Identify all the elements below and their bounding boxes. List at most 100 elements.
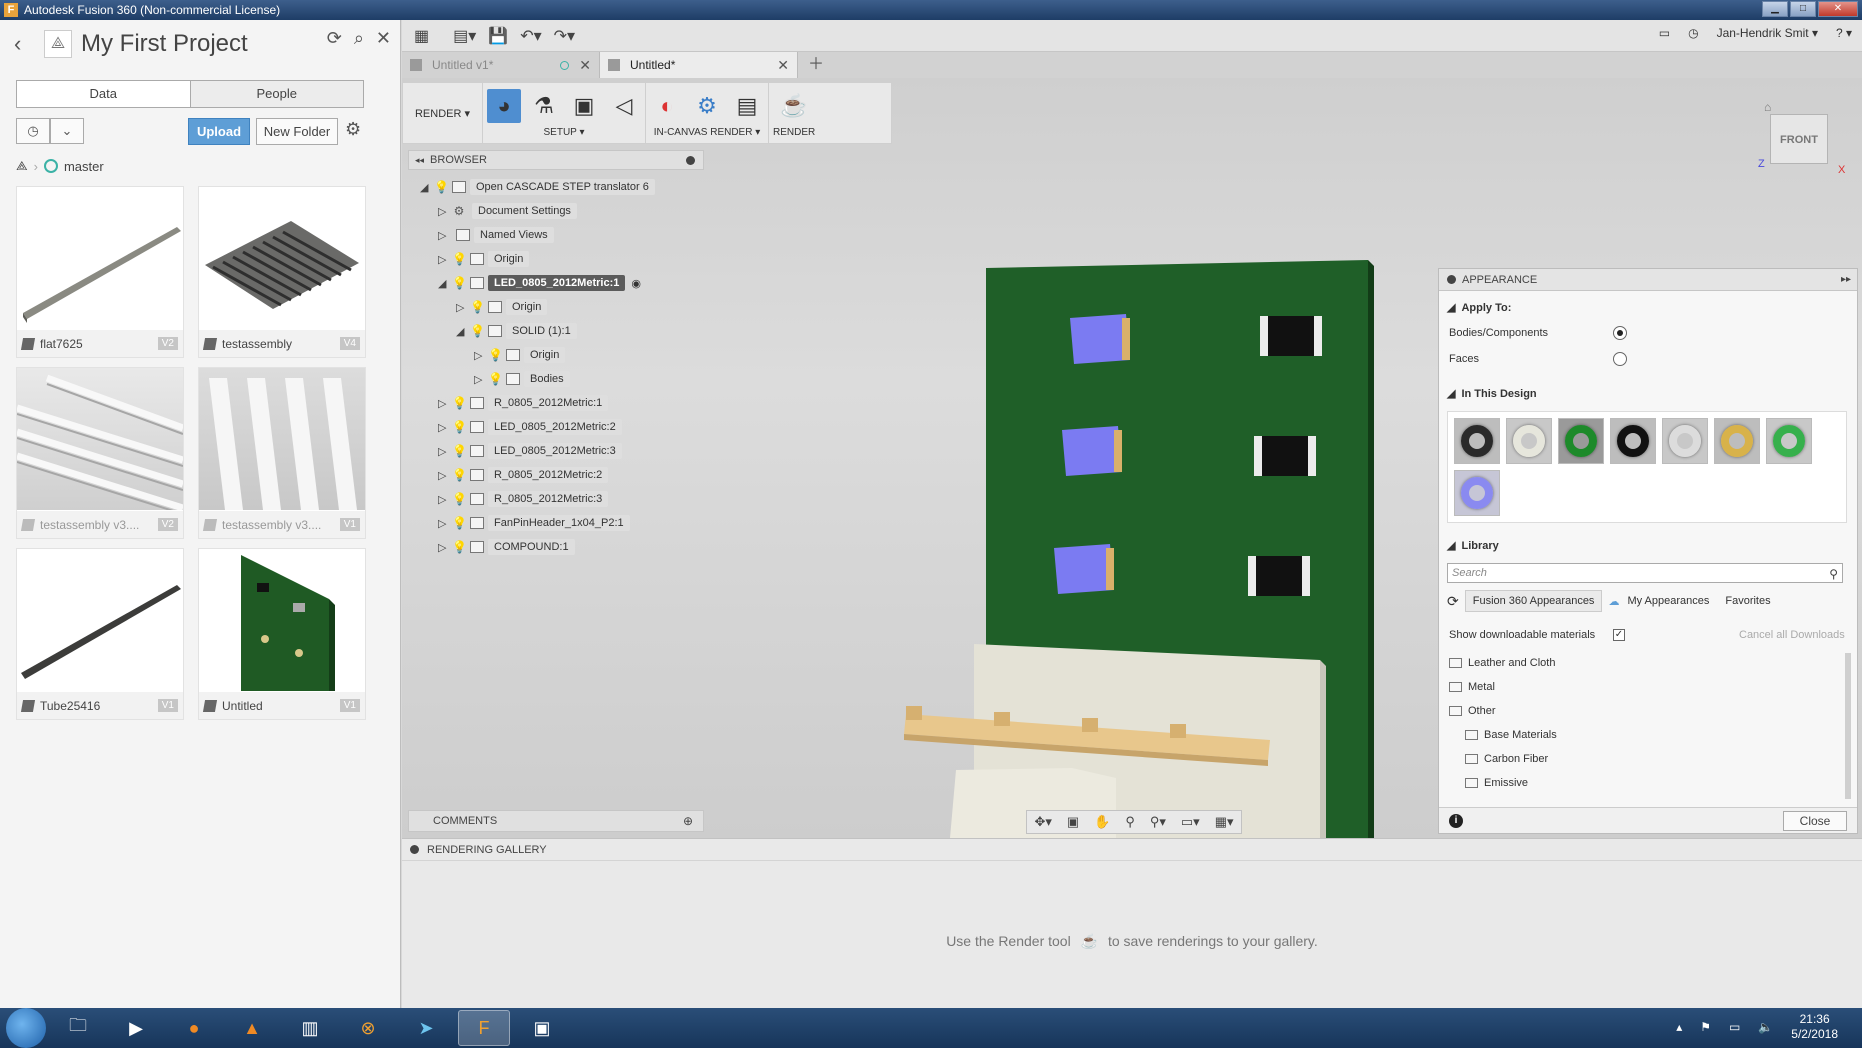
file-card[interactable]: flat7625 V2: [16, 186, 184, 358]
render-settings-icon[interactable]: ⚙: [690, 89, 724, 123]
version-badge[interactable]: V2: [157, 337, 178, 350]
telegram-taskbar-icon[interactable]: ➤: [400, 1010, 452, 1046]
back-arrow-icon[interactable]: ‹: [14, 31, 34, 57]
tab-people[interactable]: People: [190, 81, 363, 107]
upload-button[interactable]: Upload: [188, 118, 250, 145]
view-mode-button[interactable]: ◷: [16, 118, 50, 144]
capture-image-icon[interactable]: ▤: [730, 89, 764, 123]
tree-node[interactable]: ▷ 💡 FanPinHeader_1x04_P2:1: [438, 514, 630, 532]
tab-untitled-v1[interactable]: Untitled v1* ✕: [402, 52, 600, 78]
expand-icon[interactable]: ▷: [438, 541, 452, 554]
visibility-bulb-icon[interactable]: 💡: [452, 516, 467, 530]
library-folder[interactable]: Other: [1449, 705, 1496, 717]
workspace-switcher[interactable]: RENDER ▾: [403, 83, 483, 143]
expand-icon[interactable]: ▷: [438, 205, 452, 218]
tab-fusion-appearances[interactable]: Fusion 360 Appearances: [1464, 590, 1603, 612]
visibility-bulb-icon[interactable]: 💡: [452, 420, 467, 434]
activate-component-icon[interactable]: ◉: [631, 277, 641, 290]
visibility-bulb-icon[interactable]: 💡: [434, 180, 449, 194]
expand-icon[interactable]: ▷: [474, 373, 488, 386]
visibility-bulb-icon[interactable]: 💡: [452, 396, 467, 410]
cancel-downloads-link[interactable]: Cancel all Downloads: [1739, 629, 1845, 641]
visibility-bulb-icon[interactable]: 💡: [470, 300, 485, 314]
view-dropdown-button[interactable]: ⌄: [50, 118, 84, 144]
expand-icon[interactable]: ▷: [456, 301, 470, 314]
close-window-button[interactable]: ✕: [1818, 1, 1858, 17]
refresh-icon[interactable]: ⟳: [1447, 593, 1459, 610]
data-panel-toggle-icon[interactable]: ▦: [414, 26, 429, 46]
help-menu[interactable]: ? ▾: [1836, 26, 1852, 40]
tree-node[interactable]: ▷ 💡 COMPOUND:1: [438, 538, 575, 556]
file-card[interactable]: Tube25416 V1: [16, 548, 184, 720]
library-folder[interactable]: Metal: [1449, 681, 1495, 693]
tree-node[interactable]: ▷ 💡 R_0805_2012Metric:3: [438, 490, 609, 508]
tree-node[interactable]: ▷ 💡 LED_0805_2012Metric:3: [438, 442, 622, 460]
display-settings-icon[interactable]: ▭▾: [1181, 814, 1200, 830]
visibility-bulb-icon[interactable]: 💡: [452, 468, 467, 482]
expand-icon[interactable]: ▷: [438, 421, 452, 434]
expand-icon[interactable]: ▷: [438, 445, 452, 458]
tray-arrow-icon[interactable]: ▴: [1676, 1020, 1682, 1034]
document-taskbar-icon[interactable]: ▥: [284, 1010, 336, 1046]
zoom-icon[interactable]: ⚲: [1125, 814, 1135, 830]
library-folder[interactable]: Emissive: [1465, 777, 1528, 789]
version-badge[interactable]: V4: [339, 337, 360, 350]
vlc-taskbar-icon[interactable]: ▲: [226, 1010, 278, 1046]
faces-radio[interactable]: [1613, 352, 1627, 366]
tree-node[interactable]: ◢ 💡 Open CASCADE STEP translator 6: [420, 178, 655, 196]
search-icon[interactable]: ⌕: [354, 28, 364, 49]
firefox-taskbar-icon[interactable]: ●: [168, 1010, 220, 1046]
visibility-bulb-icon[interactable]: 💡: [452, 444, 467, 458]
tree-node[interactable]: ▷ 💡 Bodies: [474, 370, 570, 388]
action-center-icon[interactable]: ⚑: [1700, 1020, 1711, 1034]
tree-node[interactable]: ▷ 💡 Origin: [438, 250, 530, 268]
in-this-design-section[interactable]: ◢ In This Design: [1447, 387, 1537, 401]
bodies-components-radio[interactable]: [1613, 326, 1627, 340]
tree-node[interactable]: ◢ 💡 SOLID (1):1: [456, 322, 577, 340]
gear-icon[interactable]: ⚙: [345, 119, 361, 140]
visibility-bulb-icon[interactable]: 💡: [470, 324, 485, 338]
close-panel-icon[interactable]: ✕: [376, 28, 391, 49]
expand-icon[interactable]: ▷: [438, 493, 452, 506]
minimize-browser-icon[interactable]: [686, 155, 695, 165]
file-card[interactable]: testassembly V4: [198, 186, 366, 358]
appearance-swatch[interactable]: [1506, 418, 1552, 464]
comments-panel[interactable]: COMMENTS ⊕: [408, 810, 704, 832]
tree-node[interactable]: ▷ Named Views: [438, 226, 554, 244]
look-at-icon[interactable]: ▣: [1067, 814, 1079, 830]
redo-icon[interactable]: ↷▾: [554, 26, 575, 46]
version-badge[interactable]: V1: [339, 699, 360, 712]
maximize-button[interactable]: □: [1790, 1, 1816, 17]
version-badge[interactable]: V2: [157, 518, 178, 531]
appearance-swatch[interactable]: [1610, 418, 1656, 464]
grid-settings-icon[interactable]: ▦▾: [1215, 814, 1234, 830]
visibility-bulb-icon[interactable]: 💡: [452, 252, 467, 266]
minimize-gallery-icon[interactable]: [410, 845, 419, 854]
expand-panel-icon[interactable]: ▸▸: [1841, 274, 1851, 285]
job-status-icon[interactable]: ◷: [1688, 26, 1698, 40]
fusion-taskbar-icon[interactable]: F: [458, 1010, 510, 1046]
appearance-swatch[interactable]: [1714, 418, 1760, 464]
show-downloadable-checkbox[interactable]: ✓: [1613, 629, 1625, 641]
tree-node[interactable]: ▷ 💡 R_0805_2012Metric:1: [438, 394, 609, 412]
explorer-taskbar-icon[interactable]: 🗀: [52, 1010, 104, 1046]
visibility-bulb-icon[interactable]: 💡: [452, 540, 467, 554]
library-folder[interactable]: Carbon Fiber: [1465, 753, 1548, 765]
notifications-icon[interactable]: ▭: [1659, 26, 1670, 40]
app-taskbar-icon[interactable]: ⊗: [342, 1010, 394, 1046]
appearance-swatch[interactable]: [1766, 418, 1812, 464]
network-icon[interactable]: ▭: [1729, 1020, 1740, 1034]
tab-my-appearances[interactable]: My Appearances: [1619, 590, 1717, 612]
close-button[interactable]: Close: [1783, 811, 1847, 831]
tab-favorites[interactable]: Favorites: [1717, 590, 1778, 612]
appearance-swatch[interactable]: [1454, 470, 1500, 516]
media-player-taskbar-icon[interactable]: ▶: [110, 1010, 162, 1046]
tab-data[interactable]: Data: [17, 81, 191, 107]
visibility-bulb-icon[interactable]: 💡: [488, 348, 503, 362]
visibility-bulb-icon[interactable]: 💡: [452, 492, 467, 506]
branch-name[interactable]: master: [64, 159, 104, 174]
expand-icon[interactable]: ▷: [474, 349, 488, 362]
minimize-button[interactable]: ▁: [1762, 1, 1788, 17]
collapse-browser-icon[interactable]: ◂◂: [415, 155, 424, 166]
appearance-swatch[interactable]: [1558, 418, 1604, 464]
